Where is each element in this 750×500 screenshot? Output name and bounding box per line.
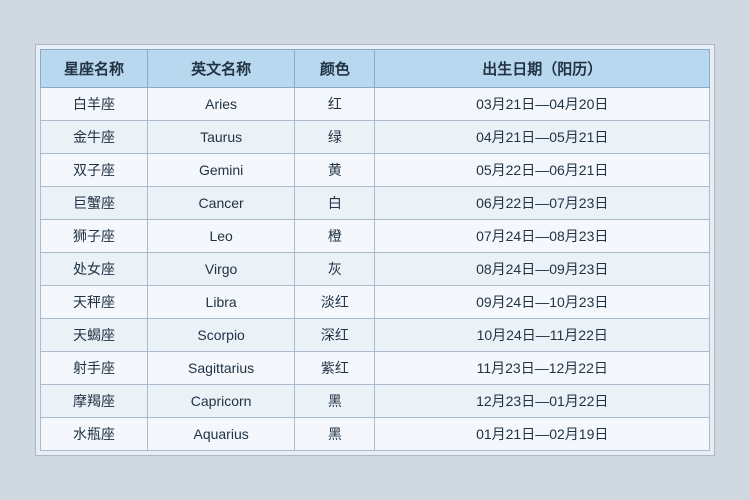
table-row: 天秤座Libra淡红09月24日—10月23日 (41, 286, 710, 319)
cell-color: 橙 (295, 220, 375, 253)
cell-english: Cancer (148, 187, 295, 220)
cell-date: 11月23日—12月22日 (375, 352, 710, 385)
cell-english: Leo (148, 220, 295, 253)
cell-date: 12月23日—01月22日 (375, 385, 710, 418)
cell-chinese: 双子座 (41, 154, 148, 187)
cell-chinese: 水瓶座 (41, 418, 148, 451)
cell-english: Capricorn (148, 385, 295, 418)
header-english: 英文名称 (148, 50, 295, 88)
cell-color: 绿 (295, 121, 375, 154)
table-row: 水瓶座Aquarius黑01月21日—02月19日 (41, 418, 710, 451)
cell-color: 淡红 (295, 286, 375, 319)
cell-date: 07月24日—08月23日 (375, 220, 710, 253)
cell-color: 红 (295, 88, 375, 121)
table-row: 巨蟹座Cancer白06月22日—07月23日 (41, 187, 710, 220)
zodiac-table: 星座名称 英文名称 颜色 出生日期（阳历） 白羊座Aries红03月21日—04… (40, 49, 710, 451)
table-row: 白羊座Aries红03月21日—04月20日 (41, 88, 710, 121)
cell-color: 深红 (295, 319, 375, 352)
cell-color: 灰 (295, 253, 375, 286)
cell-color: 白 (295, 187, 375, 220)
cell-chinese: 金牛座 (41, 121, 148, 154)
header-color: 颜色 (295, 50, 375, 88)
table-row: 双子座Gemini黄05月22日—06月21日 (41, 154, 710, 187)
table-row: 天蝎座Scorpio深红10月24日—11月22日 (41, 319, 710, 352)
header-date: 出生日期（阳历） (375, 50, 710, 88)
cell-chinese: 天秤座 (41, 286, 148, 319)
cell-date: 06月22日—07月23日 (375, 187, 710, 220)
cell-chinese: 狮子座 (41, 220, 148, 253)
cell-color: 黑 (295, 418, 375, 451)
table-header-row: 星座名称 英文名称 颜色 出生日期（阳历） (41, 50, 710, 88)
table-row: 狮子座Leo橙07月24日—08月23日 (41, 220, 710, 253)
cell-date: 08月24日—09月23日 (375, 253, 710, 286)
table-row: 射手座Sagittarius紫红11月23日—12月22日 (41, 352, 710, 385)
cell-english: Libra (148, 286, 295, 319)
cell-chinese: 天蝎座 (41, 319, 148, 352)
cell-color: 黄 (295, 154, 375, 187)
cell-english: Sagittarius (148, 352, 295, 385)
table-row: 金牛座Taurus绿04月21日—05月21日 (41, 121, 710, 154)
header-chinese: 星座名称 (41, 50, 148, 88)
cell-english: Taurus (148, 121, 295, 154)
cell-date: 05月22日—06月21日 (375, 154, 710, 187)
cell-english: Virgo (148, 253, 295, 286)
cell-english: Scorpio (148, 319, 295, 352)
cell-color: 紫红 (295, 352, 375, 385)
table-row: 处女座Virgo灰08月24日—09月23日 (41, 253, 710, 286)
zodiac-table-container: 星座名称 英文名称 颜色 出生日期（阳历） 白羊座Aries红03月21日—04… (35, 44, 715, 456)
table-body: 白羊座Aries红03月21日—04月20日金牛座Taurus绿04月21日—0… (41, 88, 710, 451)
cell-date: 09月24日—10月23日 (375, 286, 710, 319)
cell-english: Aquarius (148, 418, 295, 451)
cell-date: 01月21日—02月19日 (375, 418, 710, 451)
cell-chinese: 摩羯座 (41, 385, 148, 418)
cell-date: 10月24日—11月22日 (375, 319, 710, 352)
cell-english: Aries (148, 88, 295, 121)
cell-color: 黑 (295, 385, 375, 418)
cell-date: 03月21日—04月20日 (375, 88, 710, 121)
cell-chinese: 白羊座 (41, 88, 148, 121)
cell-date: 04月21日—05月21日 (375, 121, 710, 154)
table-row: 摩羯座Capricorn黑12月23日—01月22日 (41, 385, 710, 418)
cell-chinese: 射手座 (41, 352, 148, 385)
cell-english: Gemini (148, 154, 295, 187)
cell-chinese: 巨蟹座 (41, 187, 148, 220)
cell-chinese: 处女座 (41, 253, 148, 286)
